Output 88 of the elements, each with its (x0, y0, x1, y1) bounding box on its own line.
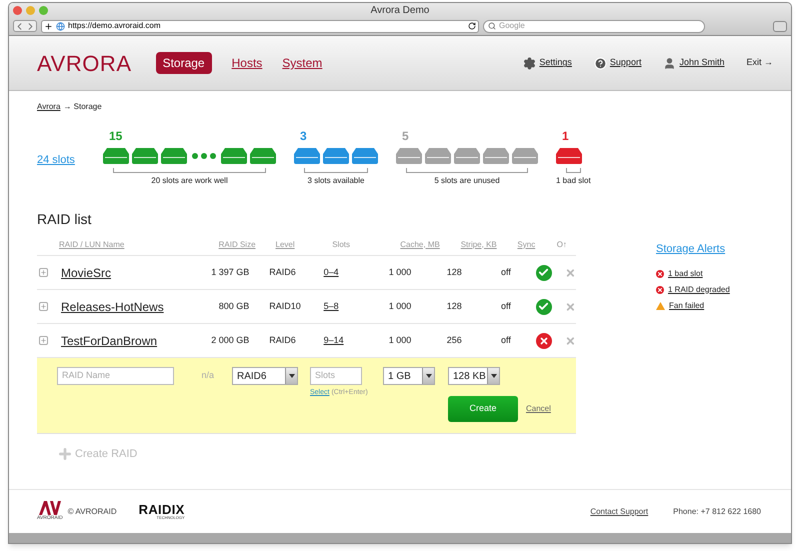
zoom-button[interactable] (39, 6, 48, 15)
bracket-line (304, 168, 368, 173)
delete-icon[interactable] (565, 300, 576, 312)
expand-button[interactable] (39, 336, 48, 345)
header-link[interactable]: John Smith (679, 56, 724, 70)
expand-button[interactable] (39, 302, 48, 311)
nav-tab[interactable]: Hosts (232, 54, 262, 72)
logo: AVRORA (37, 50, 132, 78)
breadcrumb-current: → Storage (63, 101, 102, 113)
stripe-select[interactable]: 128 KB (448, 367, 500, 385)
slot-caption: 3 slots available (306, 175, 366, 187)
error-icon (656, 270, 664, 278)
section-title: RAID list (37, 210, 92, 229)
header-link[interactable]: Support (610, 56, 642, 70)
table-cell-text: 800 GB (218, 300, 250, 313)
expand-button[interactable] (39, 268, 48, 277)
close-button[interactable] (13, 6, 22, 15)
brand-mark-icon (38, 500, 61, 515)
table-cell-text: RAID6 (268, 266, 297, 279)
raid-name-link[interactable]: MovieSrc (61, 266, 112, 280)
delete-icon[interactable] (565, 334, 576, 346)
check-icon (536, 264, 552, 280)
table-cell-text: off (501, 334, 512, 347)
alert-link[interactable]: 1 RAID degraded (668, 284, 730, 296)
dropdown-icon (285, 368, 297, 384)
error-icon (536, 332, 552, 348)
url-text: https://demo.avroraid.com (68, 20, 162, 32)
exit-link[interactable]: Exit → (746, 56, 773, 70)
slots-link[interactable]: 0–4 (324, 266, 339, 277)
check-icon (536, 298, 552, 314)
raid-name-link[interactable]: TestForDanBrown (61, 334, 158, 348)
alert-link[interactable]: Fan failed (669, 300, 704, 312)
alert-link[interactable]: 1 bad slot (668, 268, 703, 280)
raid-name-link[interactable]: Releases-HotNews (61, 300, 164, 314)
slot-count: 1 (562, 128, 570, 145)
download-button[interactable] (773, 20, 787, 32)
header-link[interactable]: Settings (539, 56, 572, 70)
error-icon (656, 286, 664, 294)
slots-link[interactable]: 9–14 (324, 334, 344, 345)
cache-select[interactable]: 1 GB (383, 367, 435, 385)
contact-link[interactable]: Contact Support (590, 506, 648, 518)
table-cell-text: 2 000 GB (210, 334, 250, 347)
address-bar[interactable]: https://demo.avroraid.com (41, 20, 479, 33)
slot-caption: 1 bad slot (556, 175, 591, 187)
minimize-button[interactable] (26, 6, 35, 15)
slot-count: 3 (300, 128, 308, 145)
breadcrumb-link[interactable]: Avrora (37, 101, 60, 113)
nav-tab[interactable]: Storage (156, 52, 212, 74)
slot-count: 15 (109, 128, 124, 145)
slots-link[interactable]: 5–8 (324, 300, 339, 311)
table-cell-text: off (501, 266, 512, 279)
globe-icon (56, 22, 65, 31)
search-icon (488, 22, 496, 30)
dropdown-icon (487, 368, 499, 384)
table-cell-text: RAID10 (268, 300, 302, 313)
size-text: n/a (200, 369, 214, 382)
column-header: O↑ (556, 240, 567, 248)
level-select[interactable]: RAID6 (232, 367, 298, 385)
plus-icon (57, 446, 73, 462)
reload-icon (468, 22, 476, 30)
table-cell-text: 1 397 GB (210, 266, 250, 279)
table-cell-text: 128 (446, 266, 463, 279)
table-cell-text: 128 (446, 300, 463, 313)
table-cell-text: 1 000 (388, 334, 412, 347)
partner-logo: RAIDIX (138, 503, 185, 516)
slot-caption: 20 slots are work well (150, 175, 229, 187)
add-icon (44, 22, 53, 31)
back-forward-buttons[interactable] (13, 20, 37, 32)
warning-icon (656, 302, 665, 310)
slot-count: 5 (402, 128, 410, 145)
bracket-line (566, 168, 581, 173)
copyright-text: © AVRORAID (68, 506, 117, 518)
table-cell-text: off (501, 300, 512, 313)
nav-tab[interactable]: System (282, 54, 322, 72)
slot-caption: 5 slots are unused (433, 175, 501, 187)
phone-text: Phone: +7 812 622 1680 (673, 506, 761, 518)
table-cell-text: 1 000 (388, 266, 412, 279)
help-icon (594, 56, 607, 70)
delete-icon[interactable] (565, 266, 576, 278)
table-cell-text: 256 (446, 334, 463, 347)
user-icon (663, 56, 676, 70)
column-header: Slots (332, 240, 350, 248)
dropdown-icon (422, 368, 434, 384)
table-cell-text: RAID6 (268, 334, 297, 347)
settings-icon (523, 56, 536, 70)
cancel-link[interactable]: Cancel (526, 403, 551, 415)
table-cell-text: 1 000 (388, 300, 412, 313)
window-title: Avrora Demo (370, 4, 430, 18)
